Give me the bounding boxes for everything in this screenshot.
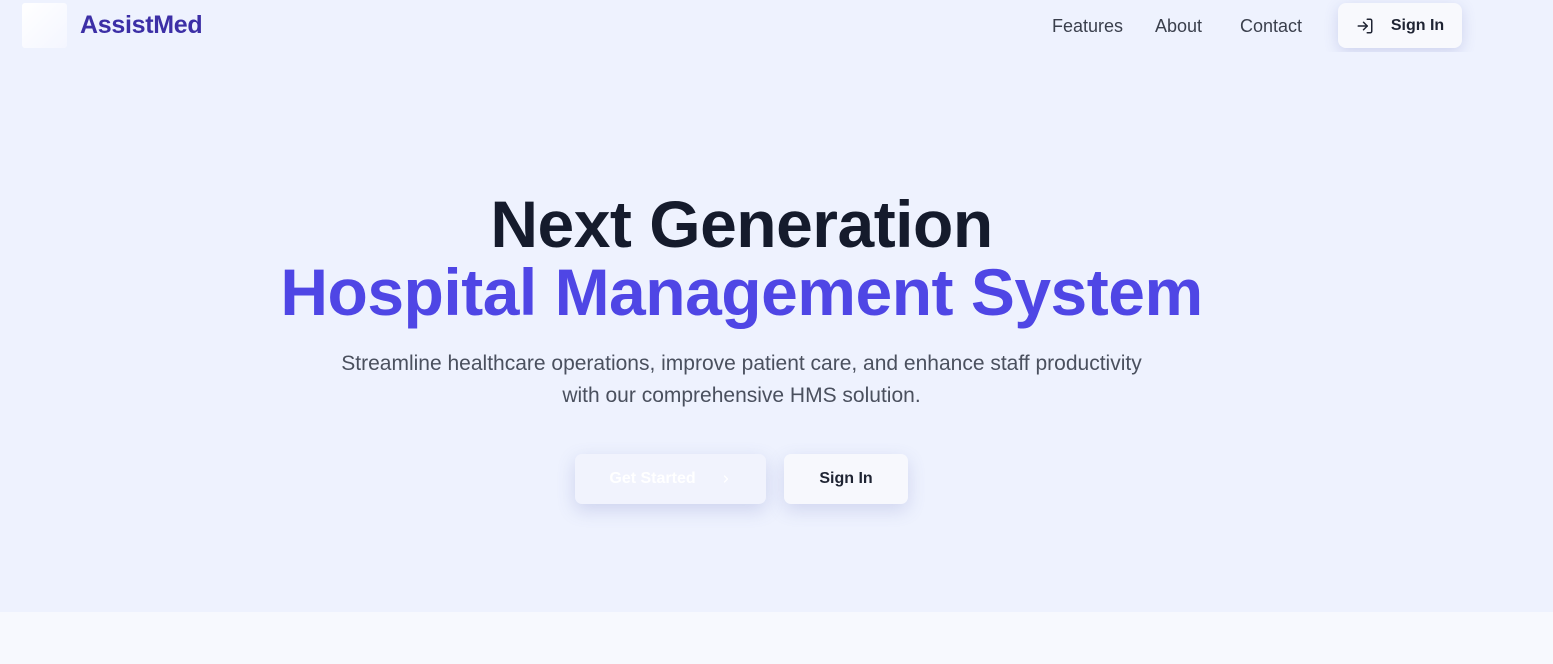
hero-title: Next Generation — [490, 187, 993, 261]
nav-link-about[interactable]: About — [1155, 16, 1202, 37]
hero-section: Next Generation Hospital Management Syst… — [0, 52, 1553, 612]
next-section — [0, 612, 1553, 664]
hero-signin-button[interactable]: Sign In — [784, 454, 908, 504]
hero-signin-label: Sign In — [819, 470, 873, 487]
get-started-button[interactable]: Get Started — [575, 454, 766, 504]
nav-signin-button[interactable]: Sign In — [1338, 3, 1462, 48]
brand-logo[interactable]: AssistMed — [22, 3, 203, 48]
navbar: AssistMed Features About Contact Sign In — [0, 0, 1553, 52]
brand-name: AssistMed — [80, 11, 203, 39]
get-started-label: Get Started — [609, 470, 696, 487]
hero-subtitle-line-1: Streamline healthcare operations, improv… — [341, 352, 1142, 375]
hero-subtitle: Streamline healthcare operations, improv… — [0, 348, 1483, 412]
sign-in-icon — [1356, 17, 1374, 35]
nav-link-contact[interactable]: Contact — [1240, 16, 1302, 37]
nav-link-features[interactable]: Features — [1052, 16, 1123, 37]
landing-page: AssistMed Features About Contact Sign In… — [0, 0, 1553, 664]
hero-subtitle-line-2: with our comprehensive HMS solution. — [562, 384, 921, 407]
chevron-right-icon — [720, 473, 732, 485]
logo-icon — [22, 3, 67, 48]
nav-signin-label: Sign In — [1390, 16, 1445, 34]
hero-title-accent: Hospital Management System — [280, 255, 1203, 329]
